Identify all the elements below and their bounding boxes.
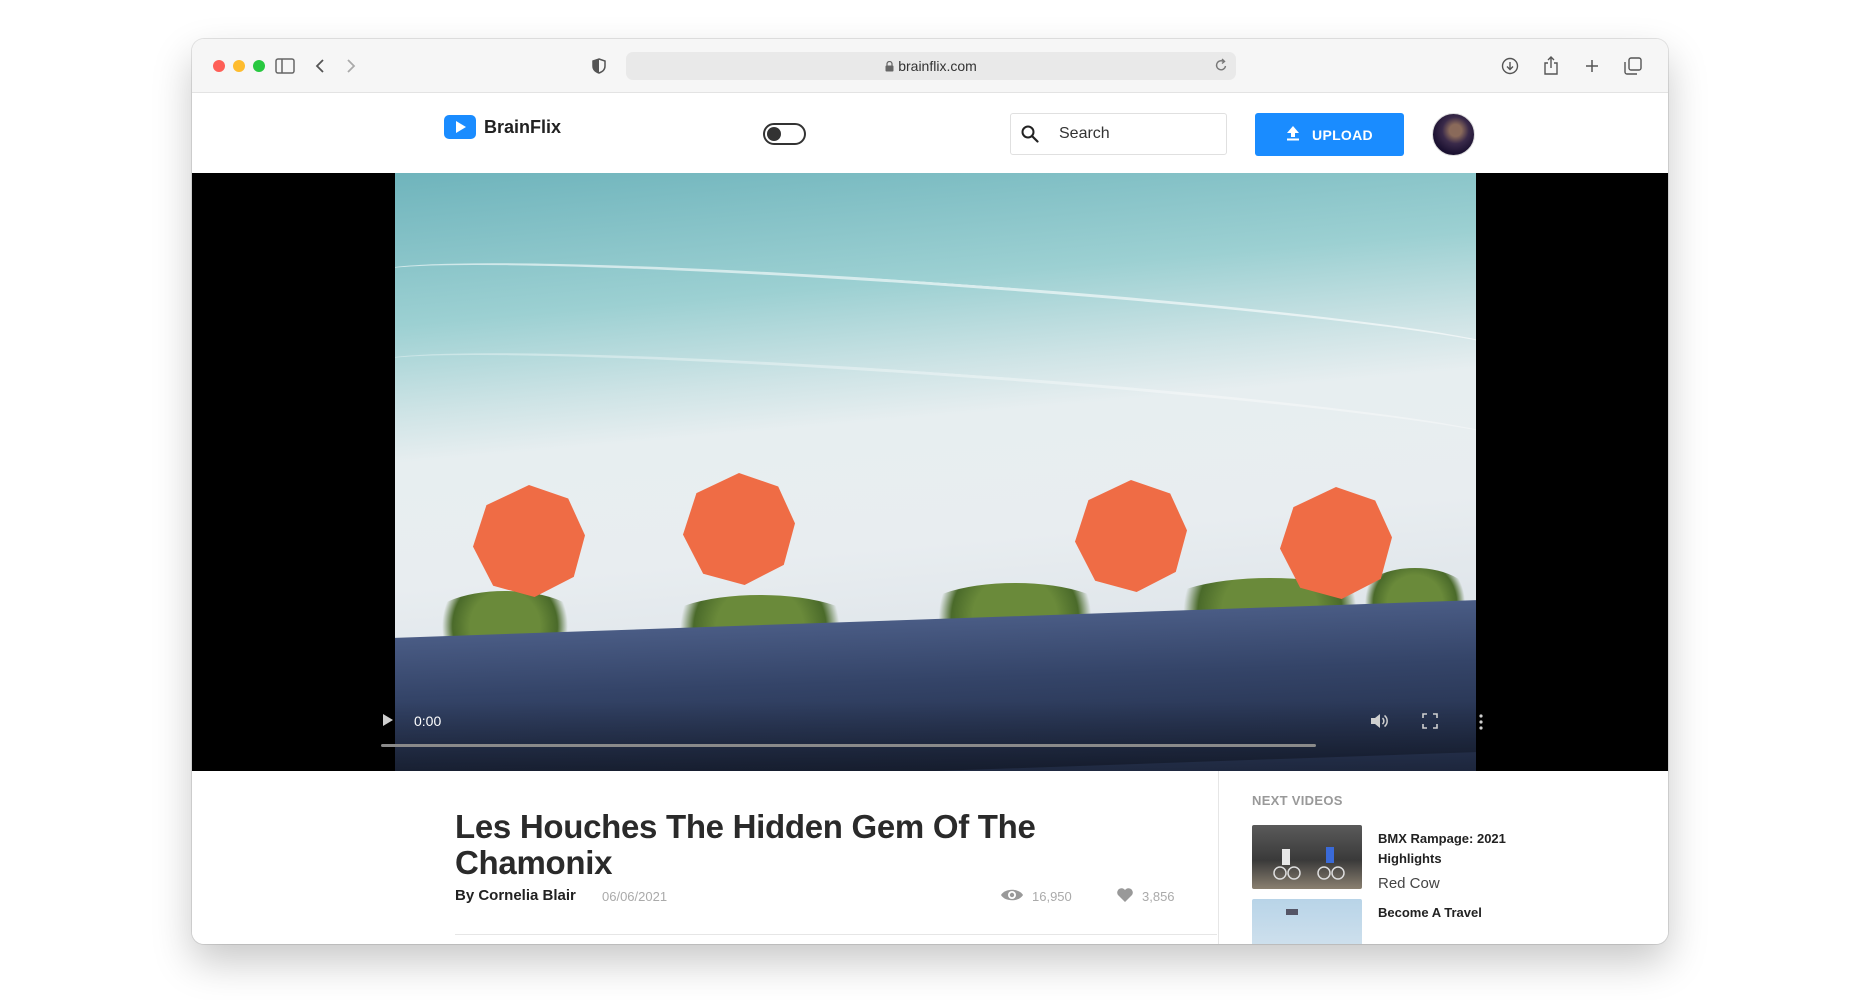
- browser-window: brainflix.com BrainFlix Search UPLOAD 0:…: [192, 39, 1668, 944]
- new-tab-icon[interactable]: [1579, 54, 1605, 78]
- next-video-item[interactable]: Become A Travel: [1252, 899, 1532, 944]
- sidebar-divider: [1218, 771, 1219, 944]
- share-icon[interactable]: [1538, 54, 1564, 78]
- upload-icon: [1286, 125, 1300, 144]
- upload-label: UPLOAD: [1312, 126, 1373, 143]
- browser-toolbar: brainflix.com: [192, 39, 1668, 93]
- search-input[interactable]: [1059, 125, 1219, 143]
- likes-stat[interactable]: 3,856: [1116, 887, 1175, 906]
- eye-icon: [1000, 887, 1024, 906]
- brainflix-logo[interactable]: BrainFlix: [444, 115, 561, 139]
- more-options-icon[interactable]: [1478, 713, 1484, 734]
- video-frame[interactable]: [395, 173, 1476, 771]
- user-avatar[interactable]: [1432, 113, 1475, 156]
- views-stat: 16,950: [1000, 887, 1072, 906]
- play-icon[interactable]: [382, 713, 394, 730]
- back-icon[interactable]: [307, 54, 333, 78]
- forward-icon[interactable]: [338, 54, 364, 78]
- video-date: 06/06/2021: [602, 889, 668, 904]
- video-thumbnail[interactable]: [1252, 825, 1362, 889]
- next-video-channel: Red Cow: [1378, 875, 1440, 892]
- divider: [455, 934, 1217, 935]
- logo-play-icon: [444, 115, 476, 139]
- download-icon[interactable]: [1497, 54, 1523, 78]
- beach-umbrella: [473, 485, 585, 597]
- upload-button[interactable]: UPLOAD: [1255, 113, 1404, 156]
- video-details: Les Houches The Hidden Gem Of The Chamon…: [192, 771, 1668, 944]
- reload-icon[interactable]: [1214, 57, 1228, 78]
- search-box[interactable]: [1010, 113, 1227, 155]
- next-video-title[interactable]: Become A Travel: [1378, 903, 1528, 923]
- beach-umbrella: [683, 473, 795, 585]
- video-title: Les Houches The Hidden Gem Of The Chamon…: [455, 808, 1036, 881]
- video-player[interactable]: 0:00: [192, 173, 1668, 771]
- logo-text: BrainFlix: [484, 116, 562, 137]
- next-videos-heading: NEXT VIDEOS: [1252, 793, 1343, 808]
- video-author[interactable]: By Cornelia Blair: [455, 887, 576, 904]
- zoom-window-button[interactable]: [253, 60, 265, 72]
- heart-icon: [1116, 887, 1134, 906]
- site-header: BrainFlix UPLOAD: [192, 93, 1668, 173]
- toggle-knob: [767, 127, 781, 141]
- volume-icon[interactable]: [1370, 713, 1388, 732]
- lock-icon: [885, 59, 894, 75]
- next-video-item[interactable]: BMX Rampage: 2021 Highlights Red Cow: [1252, 825, 1532, 895]
- fullscreen-icon[interactable]: [1422, 713, 1438, 732]
- progress-bar[interactable]: [381, 744, 1316, 747]
- minimize-window-button[interactable]: [233, 60, 245, 72]
- views-count: 16,950: [1032, 889, 1072, 904]
- sidebar-toggle-icon[interactable]: [272, 54, 298, 78]
- close-window-button[interactable]: [213, 60, 225, 72]
- beach-umbrella: [1075, 480, 1187, 592]
- current-time: 0:00: [414, 713, 442, 729]
- tab-overview-icon[interactable]: [1620, 54, 1646, 78]
- search-icon: [1021, 125, 1039, 148]
- address-bar[interactable]: brainflix.com: [626, 52, 1236, 80]
- next-video-title[interactable]: BMX Rampage: 2021 Highlights: [1378, 829, 1528, 869]
- likes-count: 3,856: [1142, 889, 1175, 904]
- url-text: brainflix.com: [898, 58, 977, 74]
- theme-toggle[interactable]: [763, 123, 806, 145]
- privacy-shield-icon[interactable]: [586, 54, 612, 78]
- video-thumbnail[interactable]: [1252, 899, 1362, 944]
